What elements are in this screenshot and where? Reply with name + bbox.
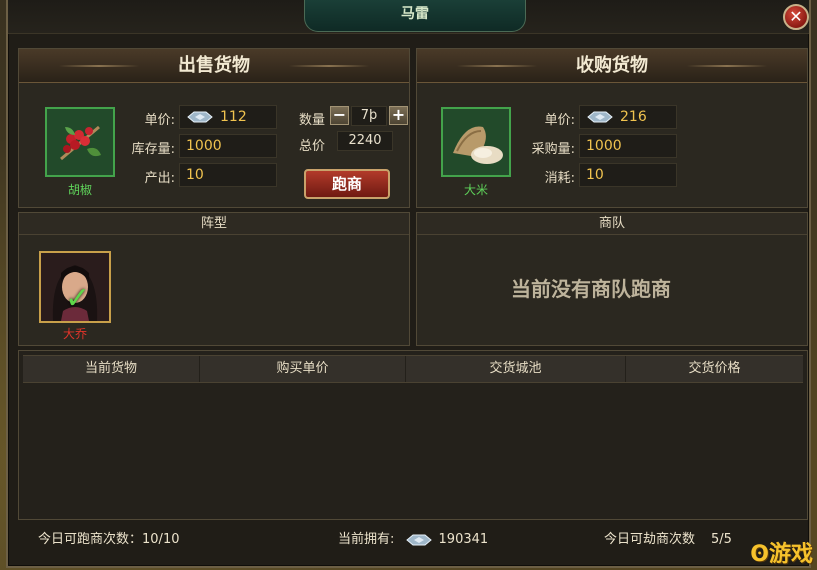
pepper-item-slot[interactable]: [45, 107, 115, 177]
sell-output-label: 产出:: [144, 171, 175, 186]
rob-label: 今日可劫商次数: [604, 532, 696, 547]
caravan-panel: 商队 当前没有商队跑商: [416, 212, 808, 346]
buy-item-name: 大米: [463, 183, 488, 197]
caravan-title: 商队: [417, 213, 807, 235]
silver-ingot-icon: [587, 111, 613, 123]
close-button[interactable]: ✕: [783, 4, 809, 30]
buy-consume-value: 10: [579, 163, 677, 187]
runs-value: 10/10: [142, 532, 180, 547]
buy-quantity-label: 采购量:: [531, 142, 575, 157]
watermark-logo-icon: ʘ: [750, 542, 769, 567]
sell-panel-title: 出售货物: [19, 49, 409, 83]
goods-table-panel: 当前货物 购买单价 交货城池 交货价格: [18, 350, 808, 520]
hero-portrait[interactable]: ✓: [39, 251, 111, 323]
silver-ingot-icon: [405, 534, 432, 545]
buy-panel: 收购货物 大米 单价: 216 采购量: 1000 消耗: 10: [416, 48, 808, 208]
sell-stock-label: 库存量:: [131, 142, 175, 157]
total-price-value: 2240: [337, 131, 393, 151]
selected-check-icon: ✓: [65, 281, 91, 316]
quantity-label: 数量: [299, 113, 326, 128]
buy-price-label: 单价:: [544, 113, 575, 128]
pepper-icon: [47, 109, 113, 175]
formation-panel: 阵型 ✓ 大乔: [18, 212, 410, 346]
rob-value: 5/5: [711, 532, 732, 547]
total-price-label: 总价: [299, 139, 326, 154]
sell-output-value: 10: [179, 163, 277, 187]
goods-table-header: 当前货物 购买单价 交货城池 交货价格: [23, 355, 803, 383]
owned-value: 190341: [438, 532, 489, 547]
buy-consume-label: 消耗:: [544, 171, 575, 186]
sell-price-label: 单价:: [144, 113, 175, 128]
silver-ingot-icon: [187, 111, 213, 123]
rice-item-slot[interactable]: [441, 107, 511, 177]
owned-silver: 当前拥有: 190341: [338, 528, 488, 548]
col-delivery-city: 交货城池: [405, 356, 625, 382]
sell-panel: 出售货物 胡椒 单价: 112 库存量: 1000 产出: 10 数量 − 7þ…: [18, 48, 410, 208]
col-current-goods: 当前货物: [84, 361, 137, 376]
caravan-empty-message: 当前没有商队跑商: [511, 277, 671, 301]
formation-title: 阵型: [19, 213, 409, 235]
rice-icon: [443, 109, 509, 175]
title-bar: 马雷: [8, 0, 809, 34]
hero-name: 大乔: [62, 327, 87, 341]
quantity-input[interactable]: 7þ: [351, 106, 387, 126]
sell-price-value: 112: [179, 105, 277, 129]
quantity-decrease-button[interactable]: −: [330, 106, 349, 125]
run-trade-button[interactable]: 跑商: [304, 169, 390, 199]
rob-remaining: 今日可劫商次数 5/5: [604, 528, 732, 547]
buy-panel-title: 收购货物: [417, 49, 807, 83]
sell-stock-value: 1000: [179, 134, 277, 158]
site-watermark: ʘ游戏: [750, 542, 813, 567]
owned-label: 当前拥有:: [338, 532, 395, 547]
sell-item-name: 胡椒: [67, 183, 92, 197]
buy-price-value: 216: [579, 105, 677, 129]
window-title: 马雷: [304, 0, 526, 32]
col-buy-price: 购买单价: [199, 356, 405, 382]
runs-remaining: 今日可跑商次数：10/10: [38, 528, 179, 547]
buy-quantity-value: 1000: [579, 134, 677, 158]
market-window: 马雷 ✕ 出售货物 胡椒 单价: 112 库存量: 1000 产出: 10 数量…: [6, 0, 811, 568]
runs-label: 今日可跑商次数：: [38, 532, 143, 547]
col-delivery-price: 交货价格: [625, 356, 803, 382]
quantity-increase-button[interactable]: +: [389, 106, 408, 125]
